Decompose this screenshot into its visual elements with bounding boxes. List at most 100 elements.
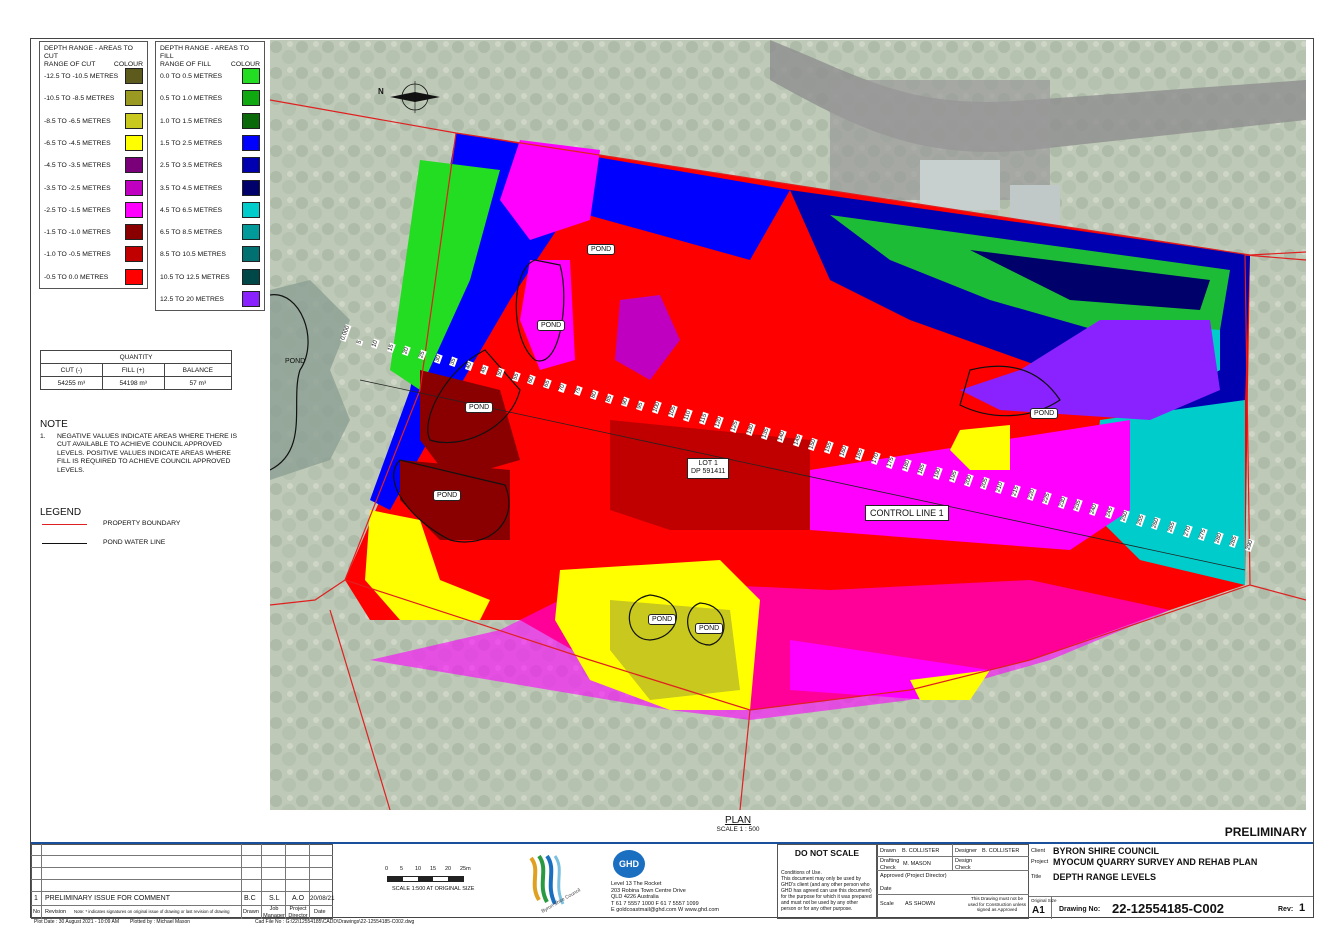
pond-label-6: POND — [695, 623, 724, 634]
fill-legend-title: DEPTH RANGE - AREAS TO FILL — [160, 45, 249, 61]
conditions-text: This document may only be used by GHD's … — [781, 876, 872, 912]
chainage-label: 170 — [870, 451, 881, 466]
scale-tick-label: 15 — [430, 866, 437, 872]
rev-label: Rev: — [1278, 906, 1294, 913]
cut-legend-row-swatch — [125, 179, 143, 196]
chainage-label: 210 — [995, 480, 1006, 495]
rev-header-revision: Revision — [45, 909, 67, 915]
cut-legend-row: -1.5 TO -1.0 METRES — [40, 221, 147, 243]
cut-legend-row-swatch — [125, 134, 143, 151]
chainage-label: 20 — [402, 346, 412, 357]
fill-legend-row-swatch — [242, 112, 260, 129]
construction-note: This Drawing must not be used for Constr… — [967, 896, 1027, 912]
scale-tick-label: 25m — [460, 866, 471, 872]
fill-legend-row: 12.5 TO 20 METRES — [156, 288, 264, 310]
chainage-label: 25 — [418, 349, 427, 361]
cut-legend-row-label: -1.0 TO -0.5 METRES — [44, 251, 111, 259]
fill-legend-row: 6.5 TO 8.5 METRES — [156, 221, 264, 243]
title-label: Title — [1031, 874, 1042, 880]
chainage-label: 35 — [449, 357, 458, 368]
plot-date: Plot Date : 30 August 2021 - 10:09 AM — [34, 919, 120, 925]
fill-legend-row-swatch — [242, 157, 260, 174]
chainage-label: 235 — [1073, 498, 1084, 513]
plan-title: PLAN — [724, 815, 752, 826]
legend-title: LEGEND — [40, 507, 82, 518]
chainage-label: 40 — [464, 360, 474, 372]
chainage-label: 85 — [605, 393, 614, 404]
fill-legend-row: 8.5 TO 10.5 METRES — [156, 243, 264, 265]
cut-legend-row-label: -1.5 TO -1.0 METRES — [44, 229, 111, 237]
fill-legend-row-swatch — [242, 201, 260, 218]
cut-legend-row-label: -0.5 TO 0.0 METRES — [44, 273, 109, 281]
chainage-label: 230 — [1057, 495, 1068, 509]
size-label: Original Size — [1031, 898, 1057, 903]
cad-file: Cad File No : G:\22\12554185\CADD\Drawin… — [255, 919, 415, 925]
fill-legend-row-label: 1.0 TO 1.5 METRES — [160, 117, 223, 125]
fill-legend-row-swatch — [242, 246, 260, 263]
chainage-label: 125 — [730, 419, 740, 433]
fill-legend-row-label: 4.5 TO 6.5 METRES — [160, 206, 223, 214]
scale-label: Scale — [880, 901, 894, 907]
project-value: MYOCUM QUARRY SURVEY AND REHAB PLAN — [1053, 857, 1258, 867]
cut-legend-row: -10.5 TO -8.5 METRES — [40, 87, 147, 109]
chainage-label: 165 — [854, 448, 865, 462]
title-value: DEPTH RANGE LEVELS — [1053, 872, 1157, 882]
drawing-no-value: 22-12554185-C002 — [1112, 901, 1225, 916]
fill-legend-row-label: 0.5 TO 1.0 METRES — [160, 95, 223, 103]
property-boundary-swatch — [42, 524, 87, 525]
cut-legend-row-label: -2.5 TO -1.5 METRES — [44, 206, 111, 214]
cut-legend-row-swatch — [125, 68, 143, 84]
control-line-label: CONTROL LINE 1 — [865, 505, 949, 521]
chainage-label: 105 — [667, 404, 678, 419]
cut-legend-row-swatch — [125, 268, 143, 285]
fill-legend-row-label: 12.5 TO 20 METRES — [160, 296, 224, 303]
chainage-label: 260 — [1151, 516, 1162, 531]
fill-legend-row-label: 6.5 TO 8.5 METRES — [160, 229, 223, 237]
chainage-label: 225 — [1042, 491, 1052, 505]
designer-label: Designer — [955, 848, 978, 854]
cut-legend-row: -6.5 TO -4.5 METRES — [40, 132, 147, 154]
chainage-label: 15 — [386, 342, 396, 353]
chainage-label: 195 — [948, 469, 959, 484]
ghd-logo: GHD — [613, 850, 645, 878]
cut-legend-row-label: -12.5 TO -10.5 METRES — [44, 73, 119, 80]
drafting-value: M. MASON — [903, 861, 931, 867]
north-label: N — [378, 87, 384, 96]
cut-legend-row-swatch — [125, 224, 143, 241]
chainage-label: 155 — [823, 440, 834, 455]
chainage-labels: 0.000 5 10 15 20 25 30 35 40 45 50 55 60 65 70 75 80 85 90… — [270, 40, 1306, 810]
scale-value: AS SHOWN — [905, 901, 935, 907]
legend-property-boundary: PROPERTY BOUNDARY — [103, 520, 181, 527]
fill-legend-row-swatch — [242, 224, 260, 241]
ghd-email: E goldcoastmail@ghd.com W www.ghd.com — [611, 907, 719, 914]
fill-legend-row-swatch — [242, 291, 260, 307]
pond-water-line-swatch — [42, 543, 87, 544]
rev-row-no: 1 — [34, 895, 38, 902]
pond-label-4: POND — [433, 490, 462, 501]
cut-legend-row-swatch — [125, 201, 143, 218]
chainage-label: 275 — [1198, 527, 1208, 542]
chainage-label: 285 — [1229, 535, 1240, 549]
chainage-label: 175 — [886, 455, 896, 469]
chainage-label: 255 — [1135, 513, 1146, 527]
scale-tick-label: 5 — [400, 866, 404, 872]
note-text: NEGATIVE VALUES INDICATE AREAS WHERE THE… — [57, 433, 238, 474]
cut-legend-row-label: -8.5 TO -6.5 METRES — [44, 117, 111, 125]
scale-bar-caption: SCALE 1:500 AT ORIGINAL SIZE — [392, 886, 475, 892]
drawing-no-label: Drawing No: — [1059, 906, 1101, 913]
dp-number: DP 591411 — [691, 468, 726, 476]
ghd-address-line1: Level 13 The Rocket — [611, 881, 662, 887]
client-value: BYRON SHIRE COUNCIL — [1053, 846, 1160, 856]
cut-legend-row: -2.5 TO -1.5 METRES — [40, 199, 147, 221]
fill-legend-row-swatch — [242, 134, 260, 151]
fill-legend-row-swatch — [242, 68, 260, 84]
chainage-label: 140 — [776, 430, 787, 444]
site-plan-map: 0.000 5 10 15 20 25 30 35 40 45 50 55 60 65 70 75 80 85 90… — [270, 40, 1306, 810]
cut-legend-row-swatch — [125, 90, 143, 107]
chainage-label: 205 — [979, 477, 990, 491]
fill-legend-row-swatch — [242, 90, 260, 107]
rev-header-date: Date — [314, 909, 326, 915]
quantity-table: QUANTITY CUT (-) FILL (+) BALANCE 54255 … — [40, 350, 233, 390]
rev-header-note: Note: * indicates signatures on original… — [74, 909, 230, 914]
fill-legend-row: 4.5 TO 6.5 METRES — [156, 199, 264, 221]
